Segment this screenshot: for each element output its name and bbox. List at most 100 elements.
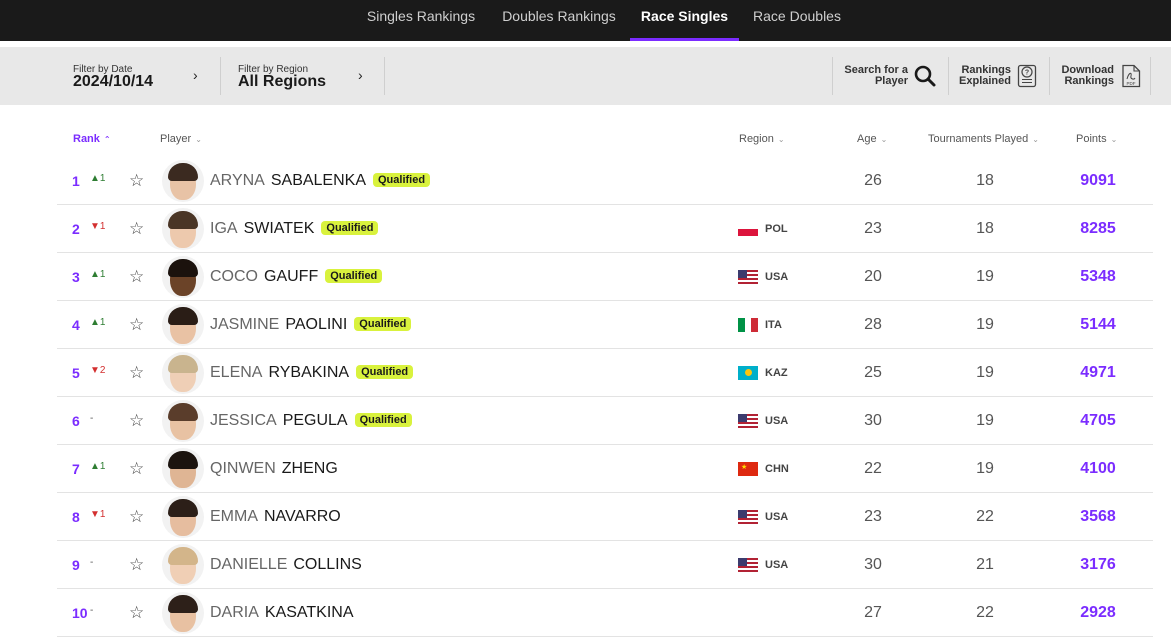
country-code: POL: [765, 223, 788, 235]
country-code: USA: [765, 415, 789, 427]
table-row[interactable]: 10- ☆ DARIA KASATKINA 27 22 2928: [57, 589, 1153, 637]
player-age: 25: [864, 364, 882, 381]
avatar[interactable]: [162, 256, 204, 298]
table-row[interactable]: 6- ☆ JESSICA PEGULA Qualified USA 30 19 4705: [57, 397, 1153, 445]
flag-icon: [738, 510, 758, 524]
player-age: 23: [864, 220, 882, 237]
player-first-name: DANIELLE: [210, 556, 288, 573]
avatar[interactable]: [162, 400, 204, 442]
search-player-button[interactable]: Search for a Player: [833, 47, 947, 105]
download-label-line2: Rankings: [1064, 75, 1114, 87]
player-points: 8285: [1080, 220, 1116, 237]
avatar[interactable]: [162, 544, 204, 586]
favorite-star-icon[interactable]: ☆: [129, 267, 144, 287]
pdf-icon: PDF: [1122, 64, 1141, 88]
points-header-label: Points: [1076, 133, 1107, 145]
player-first-name: EMMA: [210, 508, 258, 525]
chevron-down-icon: ⌄: [880, 135, 888, 144]
player-header-label: Player: [160, 133, 192, 145]
flag-icon: [738, 414, 758, 428]
table-row[interactable]: 7 ▲1 ☆ QINWEN ZHENG ★ CHN 22 19 4100: [57, 445, 1153, 493]
country-code: USA: [765, 559, 789, 571]
player-name[interactable]: JESSICA PEGULA Qualified: [210, 412, 412, 430]
avatar[interactable]: [162, 592, 204, 634]
rank-movement: -: [90, 605, 94, 616]
column-header-region[interactable]: Region ⌄: [739, 133, 785, 145]
avatar[interactable]: [162, 208, 204, 250]
table-row[interactable]: 5 ▼2 ☆ ELENA RYBAKINA Qualified KAZ 25 19 4971: [57, 349, 1153, 397]
player-first-name: ARYNA: [210, 172, 265, 189]
qualified-badge: Qualified: [373, 173, 431, 187]
region-filter[interactable]: Filter by Region All Regions ›: [221, 47, 383, 105]
player-last-name: PEGULA: [282, 412, 348, 429]
player-last-name: NAVARRO: [264, 508, 341, 525]
favorite-star-icon[interactable]: ☆: [129, 363, 144, 383]
player-points: 4705: [1080, 412, 1116, 429]
column-header-rank[interactable]: Rank ⌃: [73, 133, 111, 145]
favorite-star-icon[interactable]: ☆: [129, 507, 144, 527]
player-name[interactable]: COCO GAUFF Qualified: [210, 268, 383, 286]
tab-doubles-rankings[interactable]: Doubles Rankings: [497, 0, 621, 41]
rank-movement: ▲1: [90, 173, 106, 184]
qualified-badge: Qualified: [321, 221, 379, 235]
player-first-name: QINWEN: [210, 460, 276, 477]
favorite-star-icon[interactable]: ☆: [129, 555, 144, 575]
rank-number: 6: [72, 413, 80, 429]
avatar[interactable]: [162, 160, 204, 202]
rankings-explained-button[interactable]: Rankings Explained ?: [949, 47, 1049, 105]
avatar[interactable]: [162, 352, 204, 394]
player-name[interactable]: IGA SWIATEK Qualified: [210, 220, 379, 238]
table-row[interactable]: 1 ▲1 ☆ ARYNA SABALENKA Qualified 26 18 9091: [57, 157, 1153, 205]
table-row[interactable]: 4 ▲1 ☆ JASMINE PAOLINI Qualified ITA 28 19 5144: [57, 301, 1153, 349]
favorite-star-icon[interactable]: ☆: [129, 459, 144, 479]
tab-singles-rankings[interactable]: Singles Rankings: [361, 0, 481, 41]
flag-icon: ★: [738, 462, 758, 476]
rank-number: 9: [72, 557, 80, 573]
avatar[interactable]: [162, 304, 204, 346]
country-code: USA: [765, 511, 789, 523]
favorite-star-icon[interactable]: ☆: [129, 171, 144, 191]
column-header-player[interactable]: Player ⌄: [160, 133, 202, 145]
player-name[interactable]: DARIA KASATKINA: [210, 604, 354, 622]
column-header-age[interactable]: Age ⌄: [857, 133, 887, 145]
rank-number: 4: [72, 317, 80, 333]
download-rankings-button[interactable]: Download Rankings PDF: [1050, 47, 1150, 105]
player-last-name: ZHENG: [281, 460, 338, 477]
country-code: USA: [765, 271, 789, 283]
country-code: ITA: [765, 319, 782, 331]
chevron-right-icon: ›: [193, 67, 198, 83]
table-row[interactable]: 3 ▲1 ☆ COCO GAUFF Qualified USA 20 19 5348: [57, 253, 1153, 301]
favorite-star-icon[interactable]: ☆: [129, 411, 144, 431]
player-name[interactable]: ELENA RYBAKINA Qualified: [210, 364, 414, 382]
flag-icon: [738, 222, 758, 236]
avatar[interactable]: [162, 448, 204, 490]
player-name[interactable]: QINWEN ZHENG: [210, 460, 338, 478]
table-row[interactable]: 8 ▼1 ☆ EMMA NAVARRO USA 23 22 3568: [57, 493, 1153, 541]
svg-text:PDF: PDF: [1127, 81, 1136, 86]
table-row[interactable]: 2 ▼1 ☆ IGA SWIATEK Qualified POL 23 18 8285: [57, 205, 1153, 253]
player-name[interactable]: EMMA NAVARRO: [210, 508, 341, 526]
player-name[interactable]: ARYNA SABALENKA Qualified: [210, 172, 431, 190]
qualified-badge: Qualified: [356, 365, 414, 379]
column-header-points[interactable]: Points ⌄: [1076, 133, 1117, 145]
rank-movement: -: [90, 557, 94, 568]
player-name[interactable]: DANIELLE COLLINS: [210, 556, 362, 574]
favorite-star-icon[interactable]: ☆: [129, 219, 144, 239]
avatar[interactable]: [162, 496, 204, 538]
player-age: 22: [864, 460, 882, 477]
player-age: 27: [864, 604, 882, 621]
column-header-tournaments[interactable]: Tournaments Played ⌄: [928, 133, 1039, 145]
tab-race-doubles[interactable]: Race Doubles: [747, 0, 847, 41]
table-row[interactable]: 9- ☆ DANIELLE COLLINS USA 30 21 3176: [57, 541, 1153, 589]
favorite-star-icon[interactable]: ☆: [129, 603, 144, 623]
tab-race-singles[interactable]: Race Singles: [630, 0, 739, 41]
tournaments-played: 19: [976, 268, 994, 285]
favorite-star-icon[interactable]: ☆: [129, 315, 144, 335]
player-last-name: SWIATEK: [243, 220, 315, 237]
player-name[interactable]: JASMINE PAOLINI Qualified: [210, 316, 412, 334]
tournaments-header-label: Tournaments Played: [928, 133, 1029, 145]
player-first-name: ELENA: [210, 364, 263, 381]
explained-label-line2: Explained: [959, 75, 1011, 87]
date-filter[interactable]: Filter by Date 2024/10/14 ›: [57, 47, 219, 105]
qualified-badge: Qualified: [354, 317, 412, 331]
